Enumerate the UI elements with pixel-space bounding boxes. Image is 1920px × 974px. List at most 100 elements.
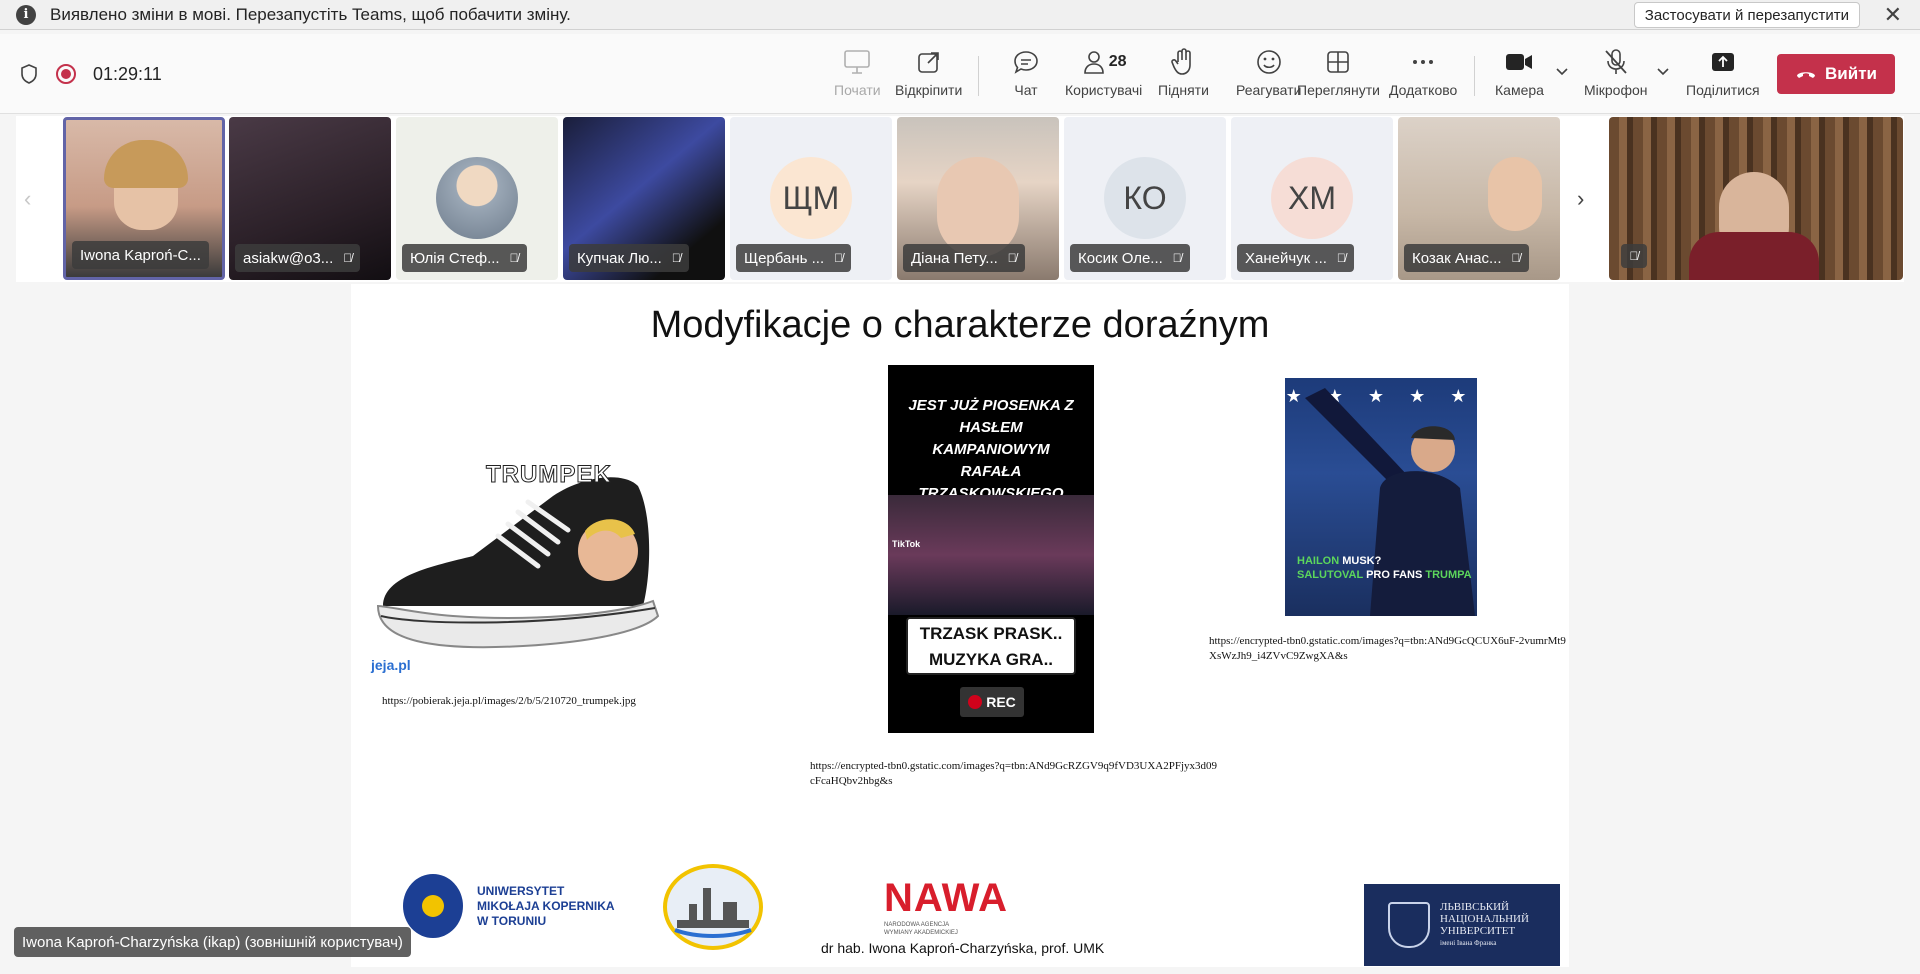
participant-name-tag: Купчак Лю... 🎙̸: [569, 244, 689, 272]
slide-author: dr hab. Iwona Kaproń-Charzyńska, prof. U…: [821, 940, 1105, 956]
chat-button[interactable]: Чат: [1012, 46, 1040, 106]
participant-tile[interactable]: Юлія Стеф... 🎙̸: [396, 117, 558, 280]
participant-tile[interactable]: Iwona Kaproń-C...: [63, 117, 225, 280]
participant-tile[interactable]: Діана Пету... 🎙̸: [897, 117, 1059, 280]
language-change-banner: i Виявлено зміни в мові. Перезапустіть T…: [0, 0, 1920, 30]
mic-off-icon: 🎙̸: [834, 251, 844, 265]
rec-badge: REC: [960, 687, 1024, 717]
shoe-caption: TRUMPEK: [486, 461, 612, 489]
lnu-name-line: НАЦІОНАЛЬНИЙ: [1440, 913, 1529, 925]
tiktok-caption-box: TRZASK PRASK.. MUZYKA GRA..: [906, 617, 1076, 675]
umk-name-line: W TORUNIU: [477, 913, 547, 928]
umk-name-line: MIKOŁAJA KOPERNIKA: [477, 898, 615, 913]
caption-highlight: TRUMPA: [1425, 569, 1472, 581]
view-button[interactable]: Переглянути: [1297, 46, 1380, 106]
microphone-button[interactable]: Мікрофон: [1584, 46, 1648, 106]
umk-name-line: UNIWERSYTET: [477, 883, 565, 898]
participant-name: Щербань ...: [744, 249, 825, 267]
participant-tile[interactable]: ЩМ Щербань ... 🎙̸: [730, 117, 892, 280]
lnu-name: ЛЬВІВСЬКИЙ НАЦІОНАЛЬНИЙ УНІВЕРСИТЕТ імен…: [1440, 901, 1529, 949]
participant-face: [937, 157, 1019, 257]
people-icon: 28: [1081, 46, 1127, 78]
meeting-timer: 01:29:11: [93, 64, 162, 84]
participant-name: Діана Пету...: [911, 249, 998, 267]
people-button[interactable]: 28 Користувачі: [1065, 46, 1142, 106]
tiktok-headline: JEST JUŻ PIOSENKA Z HASŁEM KAMPANIOWYM R…: [908, 397, 1074, 502]
caption-highlight: SALUTOVAL: [1297, 569, 1364, 581]
participant-clothing: [1689, 232, 1819, 280]
participant-initials-avatar: ХМ: [1271, 157, 1353, 239]
musk-caption: HAILON MUSK? SALUTOVAL PRO FANS TRUMPA: [1297, 554, 1472, 582]
participant-name-tag: Юлія Стеф... 🎙̸: [402, 244, 527, 272]
more-icon: [1410, 46, 1436, 78]
recording-icon: [56, 64, 76, 84]
react-label: Реагувати: [1236, 82, 1302, 98]
participant-name-tag: Діана Пету... 🎙̸: [903, 244, 1025, 272]
presenter-name-tag: Iwona Kaproń-Charzyńska (ikap) (зовнішні…: [14, 927, 411, 957]
view-label: Переглянути: [1297, 82, 1380, 98]
mic-off-icon: [1603, 46, 1629, 78]
self-view-tile[interactable]: 🎙̸: [1609, 117, 1903, 280]
raise-hand-button[interactable]: Підняти: [1158, 46, 1209, 106]
chevron-left-icon[interactable]: ‹: [24, 186, 31, 212]
participant-tile[interactable]: КО Косик Оле... 🎙̸: [1064, 117, 1226, 280]
microphone-options-chevron-icon[interactable]: [1657, 68, 1669, 76]
nawa-subtitle: WYMIANY AKADEMICKIEJ: [884, 930, 958, 936]
participant-tile[interactable]: Козак Анас... 🎙̸: [1398, 117, 1560, 280]
participant-tile[interactable]: ХМ Ханейчук ... 🎙̸: [1231, 117, 1393, 280]
react-button[interactable]: Реагувати: [1236, 46, 1301, 106]
musk-image-url: https://encrypted-tbn0.gstatic.com/image…: [1209, 635, 1566, 662]
mic-off-icon: 🎙̸: [343, 251, 353, 265]
caption-text: PRO FANS: [1363, 569, 1426, 581]
tiktok-screenshot-image: JEST JUŻ PIOSENKA Z HASŁEM KAMPANIOWYM R…: [888, 365, 1094, 733]
info-icon: i: [16, 4, 36, 25]
tiktok-image-url: https://encrypted-tbn0.gstatic.com/image…: [810, 760, 1218, 787]
nawa-logo: NAWA NARODOWA AGENCJA WYMIANY AKADEMICKI…: [884, 876, 1008, 937]
city-emblem-logo: [663, 864, 763, 950]
chevron-right-icon[interactable]: ›: [1577, 186, 1584, 212]
mic-off-icon: 🎙̸: [1511, 251, 1521, 265]
shared-slide: Modyfikacje o charakterze doraźnym TRUMP…: [351, 284, 1569, 967]
leave-button[interactable]: Вийти: [1777, 54, 1895, 94]
present-button[interactable]: Почати: [834, 46, 881, 106]
mic-off-icon: 🎙̸: [1007, 251, 1017, 265]
microphone-label: Мікрофон: [1584, 82, 1648, 98]
participant-initials-avatar: КО: [1104, 157, 1186, 239]
popout-button[interactable]: Відкріпити: [895, 46, 962, 106]
lnu-name-line: УНІВЕРСИТЕТ: [1440, 925, 1516, 937]
participant-name-tag: asiakw@o3... 🎙̸: [235, 244, 361, 272]
umk-name: UNIWERSYTET MIKOŁAJA KOPERNIKA W TORUNIU: [477, 884, 615, 929]
apply-and-restart-button[interactable]: Застосувати й перезапустити: [1633, 2, 1860, 28]
participant-tile[interactable]: Купчак Лю... 🎙̸: [563, 117, 725, 280]
participant-name: Козак Анас...: [1412, 249, 1502, 267]
participant-avatar: [436, 157, 518, 239]
jeja-watermark: jeja.pl: [371, 657, 411, 673]
lnu-logo: ЛЬВІВСЬКИЙ НАЦІОНАЛЬНИЙ УНІВЕРСИТЕТ імен…: [1364, 884, 1560, 966]
caption-text: MUSK?: [1339, 555, 1382, 567]
camera-button[interactable]: Камера: [1495, 46, 1544, 106]
present-icon: [843, 46, 871, 78]
lnu-name-line: ЛЬВІВСЬКИЙ: [1440, 901, 1509, 913]
tiktok-caption-line2: MUZYKA GRA..: [928, 650, 1054, 669]
more-button[interactable]: Додатково: [1389, 46, 1457, 106]
phone-hangup-icon: [1797, 72, 1816, 78]
caption-highlight: HAILON: [1297, 555, 1340, 567]
tiktok-caption-line1: TRZASK PRASK..: [919, 624, 1063, 643]
tiktok-brand: TikTok: [892, 539, 921, 549]
smile-icon: [1255, 46, 1283, 78]
raise-hand-label: Підняти: [1158, 82, 1209, 98]
chat-label: Чат: [1014, 82, 1038, 98]
participant-name-tag: Косик Оле... 🎙̸: [1070, 244, 1190, 272]
participant-tile[interactable]: asiakw@o3... 🎙̸: [229, 117, 391, 280]
more-label: Додатково: [1389, 82, 1458, 98]
lnu-name-line: імені Івана Франка: [1440, 939, 1497, 947]
city-skyline-icon: [674, 888, 752, 938]
slide-title: Modyfikacje o charakterze doraźnym: [650, 304, 1270, 346]
musk-salute-image: ★ ★ ★ ★ ★ HAILON MUSK? SALUTOVAL PRO FAN…: [1285, 378, 1477, 616]
toolbar-divider: [1474, 56, 1475, 96]
participant-face: [1488, 157, 1542, 231]
leave-label: Вийти: [1825, 64, 1877, 83]
close-icon[interactable]: ✕: [1884, 2, 1902, 28]
share-button[interactable]: Поділитися: [1686, 46, 1760, 106]
camera-options-chevron-icon[interactable]: [1556, 68, 1568, 76]
